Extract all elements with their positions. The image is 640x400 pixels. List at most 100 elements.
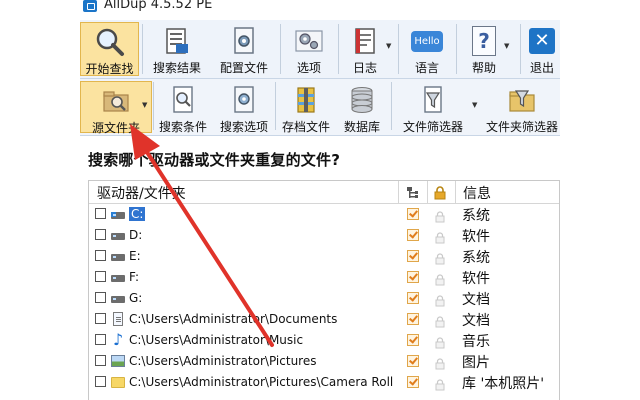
include-subfolders-checkbox[interactable] — [407, 292, 419, 304]
folder-icon — [111, 375, 126, 390]
toolbar-separator — [398, 24, 399, 74]
header-info[interactable]: 信息 — [463, 183, 491, 203]
search-options-button[interactable]: 搜索选项 — [216, 81, 272, 134]
search-criteria-button[interactable]: 搜索条件 — [154, 81, 212, 134]
lock-icon[interactable] — [435, 376, 445, 391]
row-info: 软件 — [462, 229, 490, 245]
file-filter-icon — [418, 85, 448, 115]
include-subfolders-checkbox[interactable] — [407, 334, 419, 346]
header-drive-folder[interactable]: 驱动器/文件夹 — [97, 183, 186, 203]
lock-icon[interactable] — [435, 229, 445, 244]
row-info: 文档 — [462, 292, 490, 308]
row-checkbox[interactable] — [95, 376, 106, 387]
music-note-icon: ♪ — [113, 330, 124, 349]
toolbar-separator — [520, 24, 521, 74]
lock-icon[interactable] — [435, 334, 445, 349]
drive-folder-list[interactable]: 驱动器/文件夹 信息 C: 系统 D: 软件 E: 系统 F: 软件 G: 文档 C:\Users\… — [88, 180, 560, 400]
folder-filter-icon — [507, 85, 537, 115]
search-options-icon — [229, 85, 259, 115]
row-path: G: — [129, 291, 143, 305]
row-info: 系统 — [462, 208, 490, 224]
config-file-icon — [229, 26, 259, 56]
list-item[interactable]: F: 软件 — [89, 267, 559, 288]
include-subfolders-checkbox[interactable] — [407, 250, 419, 262]
list-item[interactable]: G: 文档 — [89, 288, 559, 309]
include-subfolders-checkbox[interactable] — [407, 313, 419, 325]
list-item[interactable]: C:\Users\Administrator\Documents 文档 — [89, 309, 559, 330]
log-icon — [350, 26, 380, 56]
source-folder-dropdown-arrow[interactable]: ▼ — [142, 101, 147, 109]
row-path: C:\Users\Administrator\Pictures\Camera R… — [129, 375, 394, 389]
archive-files-button[interactable]: 存档文件 — [278, 81, 334, 134]
row-checkbox[interactable] — [95, 355, 106, 366]
include-subfolders-checkbox[interactable] — [407, 208, 419, 220]
toolbar-separator — [142, 24, 143, 74]
search-criteria-icon — [168, 85, 198, 115]
include-subfolders-checkbox[interactable] — [407, 271, 419, 283]
list-item[interactable]: ♪ C:\Users\Administrator\Music 音乐 — [89, 330, 559, 351]
drive-icon — [111, 291, 126, 306]
list-header: 驱动器/文件夹 信息 — [89, 181, 559, 204]
config-file-button[interactable]: 配置文件 — [213, 22, 275, 76]
drive-icon — [111, 270, 126, 285]
start-search-button[interactable]: 开始查找 — [80, 22, 139, 76]
row-info: 系统 — [462, 250, 490, 266]
options-button[interactable]: 选项 — [284, 22, 334, 76]
system-drive-icon — [111, 207, 126, 222]
document-icon — [111, 312, 126, 327]
file-filter-button[interactable]: 文件筛选器 — [394, 81, 472, 134]
row-info: 软件 — [462, 271, 490, 287]
list-item[interactable]: C: 系统 — [89, 204, 559, 225]
file-filter-dropdown-arrow[interactable]: ▼ — [472, 101, 477, 109]
include-subfolders-checkbox[interactable] — [407, 376, 419, 388]
list-item[interactable]: C:\Users\Administrator\Pictures\Camera R… — [89, 372, 559, 393]
row-info: 文档 — [462, 313, 490, 329]
log-button[interactable]: 日志 — [342, 22, 388, 76]
row-path: C:\Users\Administrator\Music — [129, 333, 304, 347]
row-checkbox[interactable] — [95, 292, 106, 303]
row-path: E: — [129, 249, 141, 263]
lock-icon[interactable] — [435, 250, 445, 265]
row-path: D: — [129, 228, 143, 242]
log-dropdown-arrow[interactable]: ▼ — [386, 42, 391, 50]
help-dropdown-arrow[interactable]: ▼ — [504, 42, 509, 50]
folder-filter-button[interactable]: 文件夹筛选器 — [484, 81, 560, 134]
list-item[interactable]: C:\Users\Administrator\Pictures 图片 — [89, 351, 559, 372]
header-subfolder-icon[interactable] — [406, 185, 419, 204]
list-item[interactable]: D: 软件 — [89, 225, 559, 246]
lock-icon[interactable] — [435, 208, 445, 223]
search-results-button[interactable]: 搜索结果 — [146, 22, 208, 76]
row-checkbox[interactable] — [95, 250, 106, 261]
row-checkbox[interactable] — [95, 313, 106, 324]
row-path: F: — [129, 270, 140, 284]
lock-icon[interactable] — [435, 313, 445, 328]
row-info: 库 '本机照片' — [462, 376, 545, 392]
lock-icon[interactable] — [435, 271, 445, 286]
row-info: 音乐 — [462, 334, 490, 350]
lock-icon[interactable] — [435, 355, 445, 370]
main-toolbar: 开始查找 搜索结果 配置文件 选项 日志 ▼ Hello 语言 ? 帮助 ▼ ✕… — [80, 20, 560, 79]
row-path: C:\Users\Administrator\Pictures — [129, 354, 317, 368]
row-path: C:\Users\Administrator\Documents — [129, 312, 338, 326]
toolbar-separator — [275, 82, 276, 130]
row-checkbox[interactable] — [95, 271, 106, 282]
database-button[interactable]: 数据库 — [338, 81, 386, 134]
drive-icon — [111, 249, 126, 264]
drive-icon — [111, 228, 126, 243]
header-divider — [455, 181, 456, 203]
row-checkbox[interactable] — [95, 208, 106, 219]
row-checkbox[interactable] — [95, 334, 106, 345]
language-button[interactable]: Hello 语言 — [402, 22, 452, 76]
row-info: 图片 — [462, 355, 490, 371]
list-item[interactable]: E: 系统 — [89, 246, 559, 267]
title-bar: AllDup 4.5.52 PE — [0, 0, 640, 20]
exit-button[interactable]: ✕ 退出 — [524, 22, 560, 76]
row-checkbox[interactable] — [95, 229, 106, 240]
header-lock-icon[interactable] — [434, 185, 446, 204]
search-question-heading: 搜索哪个驱动器或文件夹重复的文件? — [88, 151, 341, 169]
include-subfolders-checkbox[interactable] — [407, 229, 419, 241]
window-title: AllDup 4.5.52 PE — [104, 0, 213, 12]
help-button[interactable]: ? 帮助 — [460, 22, 508, 76]
lock-icon[interactable] — [435, 292, 445, 307]
include-subfolders-checkbox[interactable] — [407, 355, 419, 367]
